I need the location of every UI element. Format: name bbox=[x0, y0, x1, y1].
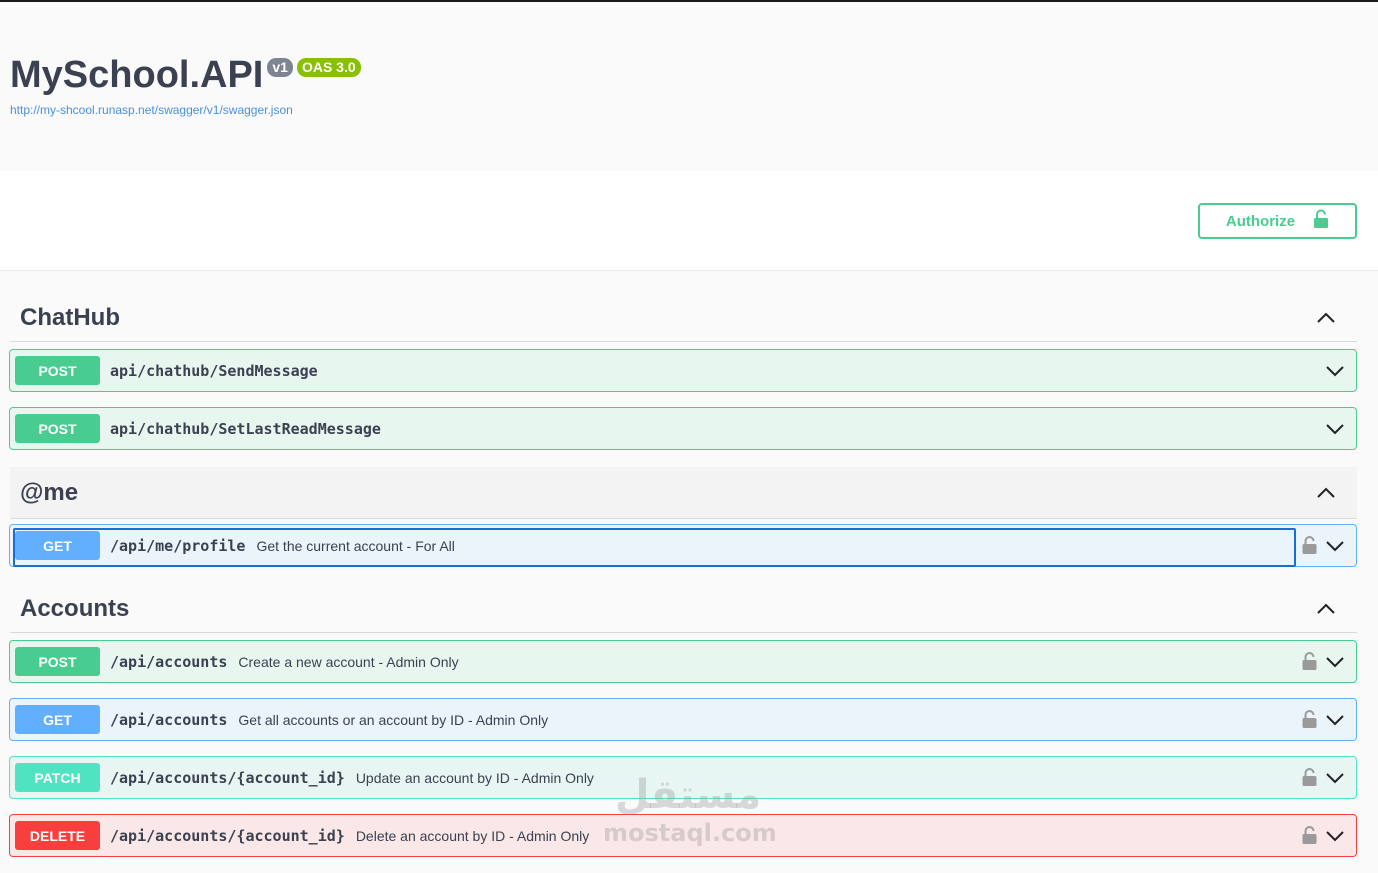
operation-summary: Get all accounts or an account by ID - A… bbox=[238, 711, 549, 728]
authorize-button[interactable]: Authorize bbox=[1198, 203, 1357, 239]
scheme-container: Authorize bbox=[0, 171, 1378, 271]
operation-path: /api/accounts/{account_id} bbox=[110, 826, 345, 845]
lock-icon[interactable] bbox=[1302, 536, 1317, 555]
operation-summary: Get the current account - For All bbox=[256, 537, 455, 554]
operation-delete-account[interactable]: DELETE /api/accounts/{account_id} Delete… bbox=[9, 814, 1357, 857]
operation-get-me-profile[interactable]: GET /api/me/profile Get the current acco… bbox=[9, 524, 1357, 567]
operation-path: api/chathub/SetLastReadMessage bbox=[110, 419, 381, 438]
lock-icon[interactable] bbox=[1302, 652, 1317, 671]
api-info-header: MySchool.API v1 OAS 3.0 http://my-shcool… bbox=[0, 2, 1378, 171]
chevron-down-icon[interactable] bbox=[1325, 714, 1345, 726]
operation-controls bbox=[1325, 423, 1351, 435]
tag-section-accounts[interactable]: Accounts bbox=[10, 585, 1357, 633]
operation-path: /api/me/profile bbox=[110, 536, 246, 555]
chevron-down-icon[interactable] bbox=[1325, 365, 1345, 377]
unlock-icon bbox=[1313, 209, 1329, 233]
method-badge: GET bbox=[15, 531, 100, 560]
method-badge: POST bbox=[15, 414, 100, 443]
chevron-down-icon[interactable] bbox=[1325, 830, 1345, 842]
operation-post-sendmessage[interactable]: POST api/chathub/SendMessage bbox=[9, 349, 1357, 392]
chevron-up-icon[interactable] bbox=[1311, 306, 1341, 330]
chevron-up-icon[interactable] bbox=[1311, 597, 1341, 621]
chevron-down-icon[interactable] bbox=[1325, 540, 1345, 552]
lock-icon[interactable] bbox=[1302, 826, 1317, 845]
version-badge: v1 bbox=[267, 58, 293, 77]
lock-icon[interactable] bbox=[1302, 768, 1317, 787]
authorize-label: Authorize bbox=[1225, 212, 1296, 230]
operation-post-accounts[interactable]: POST /api/accounts Create a new account … bbox=[9, 640, 1357, 683]
spec-url-link[interactable]: http://my-shcool.runasp.net/swagger/v1/s… bbox=[10, 103, 293, 117]
chevron-down-icon[interactable] bbox=[1325, 772, 1345, 784]
oas-badge: OAS 3.0 bbox=[296, 58, 361, 77]
lock-icon[interactable] bbox=[1302, 710, 1317, 729]
operation-path: api/chathub/SendMessage bbox=[110, 361, 318, 380]
operation-path: /api/accounts bbox=[110, 652, 228, 671]
operation-controls bbox=[1302, 652, 1351, 671]
tag-title: ChatHub bbox=[20, 303, 120, 331]
operation-controls bbox=[1302, 710, 1351, 729]
operation-post-setlastreadmessage[interactable]: POST api/chathub/SetLastReadMessage bbox=[9, 407, 1357, 450]
method-badge: POST bbox=[15, 356, 100, 385]
method-badge: GET bbox=[15, 705, 100, 734]
operation-patch-account[interactable]: PATCH /api/accounts/{account_id} Update … bbox=[9, 756, 1357, 799]
operation-summary: Create a new account - Admin Only bbox=[238, 653, 459, 670]
operation-controls bbox=[1302, 536, 1351, 555]
operation-controls bbox=[1302, 768, 1351, 787]
title-row: MySchool.API v1 OAS 3.0 bbox=[10, 52, 361, 98]
operation-path: /api/accounts bbox=[110, 710, 228, 729]
operation-summary: Delete an account by ID - Admin Only bbox=[355, 827, 590, 844]
method-badge: POST bbox=[15, 647, 100, 676]
operation-summary: Update an account by ID - Admin Only bbox=[355, 769, 594, 786]
chevron-up-icon[interactable] bbox=[1311, 481, 1341, 505]
operation-controls bbox=[1302, 826, 1351, 845]
page-title: MySchool.API bbox=[10, 54, 264, 96]
tag-section-me[interactable]: @me bbox=[10, 467, 1357, 519]
tag-section-chathub[interactable]: ChatHub bbox=[10, 294, 1357, 342]
operation-path: /api/accounts/{account_id} bbox=[110, 768, 345, 787]
operation-get-accounts[interactable]: GET /api/accounts Get all accounts or an… bbox=[9, 698, 1357, 741]
chevron-down-icon[interactable] bbox=[1325, 656, 1345, 668]
operation-controls bbox=[1325, 365, 1351, 377]
chevron-down-icon[interactable] bbox=[1325, 423, 1345, 435]
tag-title: @me bbox=[20, 478, 79, 506]
method-badge: DELETE bbox=[15, 821, 100, 850]
tag-title: Accounts bbox=[20, 594, 130, 622]
method-badge: PATCH bbox=[15, 763, 100, 792]
